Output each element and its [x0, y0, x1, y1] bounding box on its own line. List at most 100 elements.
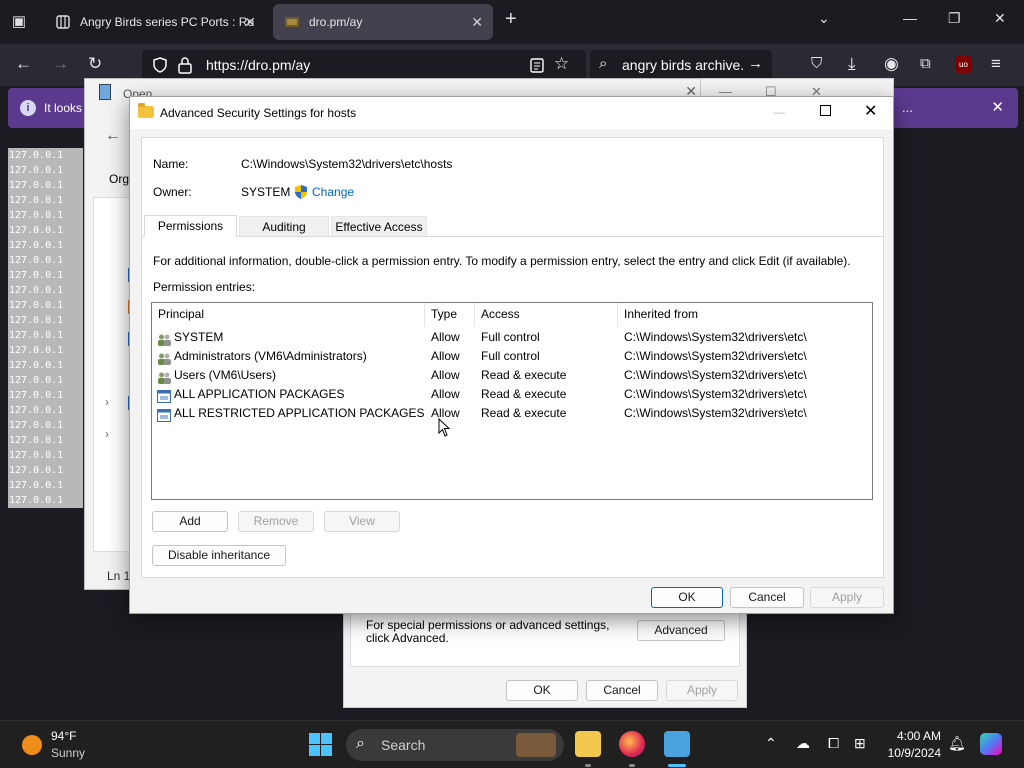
close-icon[interactable]: ✕	[864, 101, 877, 121]
tab-list-icon[interactable]: ▣	[8, 11, 30, 33]
bookmark-star-icon[interactable]: ☆	[554, 54, 569, 74]
permission-entry-row[interactable]: ALL APPLICATION PACKAGES Allow Read & exec…	[152, 385, 872, 404]
taskbar: 94°F Sunny ⌕ Search ⌃ ☁ ⧠ ⊞ 4:00 AM 10/9…	[0, 720, 1024, 768]
owner-value: SYSTEM	[241, 185, 291, 199]
weather-condition[interactable]: Sunny	[51, 746, 85, 760]
cancel-button[interactable]: Cancel	[586, 680, 658, 701]
chevron-right-icon[interactable]: ›	[105, 395, 109, 409]
change-owner-link[interactable]: Change	[312, 185, 354, 199]
apply-button[interactable]: Apply	[810, 587, 884, 608]
view-button[interactable]: View	[324, 511, 400, 532]
search-query: angry birds archive.	[622, 57, 745, 73]
url-bar[interactable]: https://dro.pm/ay ☆	[142, 50, 586, 80]
browser-tab[interactable]: Angry Birds series PC Ports : Ro ✕	[44, 4, 266, 40]
reload-icon[interactable]: ↻	[88, 54, 102, 74]
permission-entry-row[interactable]: SYSTEM Allow Full control C:\Windows\System…	[152, 328, 872, 347]
app-indicator	[629, 764, 635, 767]
back-arrow-icon[interactable]: ←	[105, 127, 121, 145]
ok-button[interactable]: OK	[651, 587, 723, 608]
hosts-line: 127.0.0.1	[9, 345, 64, 356]
tab-permissions[interactable]: Permissions	[144, 215, 237, 237]
hosts-line: 127.0.0.1	[9, 195, 64, 206]
network-icon[interactable]: ⊞	[854, 735, 866, 752]
taskbar-search[interactable]: ⌕ Search	[346, 729, 564, 761]
entry-principal: ALL APPLICATION PACKAGES	[174, 387, 345, 401]
search-bar[interactable]: ⌕ angry birds archive. →	[590, 50, 772, 80]
more-ellipsis[interactable]: ...	[902, 100, 913, 115]
maximize-icon[interactable]	[820, 105, 831, 116]
mouse-cursor-icon	[438, 418, 450, 437]
pocket-icon[interactable]: ⛉	[811, 55, 822, 72]
close-icon[interactable]: ✕	[991, 98, 1004, 116]
app-indicator	[585, 764, 591, 767]
account-icon[interactable]: ◉	[884, 54, 899, 74]
column-header-type[interactable]: Type	[425, 303, 475, 327]
cancel-button[interactable]: Cancel	[730, 587, 804, 608]
copilot-icon[interactable]	[980, 733, 1002, 755]
windows-start-icon[interactable]	[309, 733, 332, 756]
hosts-line: 127.0.0.1	[9, 240, 64, 251]
column-header-access[interactable]: Access	[475, 303, 618, 327]
advanced-security-dialog: Advanced Security Settings for hosts — ✕…	[129, 96, 894, 614]
close-tab-icon[interactable]: ✕	[471, 4, 483, 40]
permission-entries-list[interactable]: Principal Type Access Inherited from SYS…	[151, 302, 873, 500]
hosts-line: 127.0.0.1	[9, 210, 64, 221]
permission-entries-label: Permission entries:	[153, 280, 256, 294]
ok-button[interactable]: OK	[506, 680, 578, 701]
permission-entry-row[interactable]: Users (VM6\Users) Allow Read & execute C:\W…	[152, 366, 872, 385]
minimize-icon[interactable]: —	[903, 10, 917, 26]
entry-inherited: C:\Windows\System32\drivers\etc\	[624, 387, 807, 401]
ublock-icon[interactable]: uo	[955, 56, 972, 73]
remove-button[interactable]: Remove	[238, 511, 314, 532]
special-permissions-text: For special permissions or advanced sett…	[366, 618, 610, 645]
browser-tab-active[interactable]: dro.pm/ay ✕	[273, 4, 493, 40]
column-header-principal[interactable]: Principal	[152, 303, 425, 327]
close-window-icon[interactable]: ✕	[994, 10, 1006, 27]
apply-button[interactable]: Apply	[666, 680, 738, 701]
tab-auditing[interactable]: Auditing	[239, 216, 329, 236]
shield-icon[interactable]	[152, 57, 168, 73]
organize-menu[interactable]: Org	[109, 172, 129, 186]
entry-principal: Administrators (VM6\Administrators)	[174, 349, 367, 363]
chevron-right-icon[interactable]: ›	[105, 427, 109, 441]
tab-effective-access[interactable]: Effective Access	[331, 216, 427, 236]
display-icon[interactable]: ⧠	[828, 735, 839, 752]
clock-time[interactable]: 4:00 AM	[895, 729, 941, 743]
reader-view-icon[interactable]	[530, 58, 544, 73]
minimize-icon[interactable]: —	[773, 105, 785, 119]
hosts-line: 127.0.0.1	[9, 300, 64, 311]
restore-icon[interactable]: ❐	[948, 10, 961, 27]
extensions-icon[interactable]: ⧉	[920, 55, 931, 72]
forward-icon[interactable]: →	[52, 54, 69, 74]
permission-entry-row[interactable]: ALL RESTRICTED APPLICATION PACKAGES Allow…	[152, 404, 872, 423]
downloads-icon[interactable]: ⤓	[848, 54, 856, 74]
advanced-button[interactable]: Advanced	[637, 620, 725, 641]
hosts-line: 127.0.0.1	[9, 435, 64, 446]
weather-temperature[interactable]: 94°F	[51, 729, 76, 743]
info-icon: i	[20, 100, 36, 116]
go-arrow-icon[interactable]: →	[748, 55, 763, 72]
cloud-off-icon[interactable]: ☁	[796, 735, 810, 752]
add-button[interactable]: Add	[152, 511, 228, 532]
new-tab-icon[interactable]: +	[505, 8, 517, 31]
dialog-titlebar[interactable]: Advanced Security Settings for hosts — ✕	[130, 97, 893, 129]
hosts-line: 127.0.0.1	[9, 255, 64, 266]
hosts-line: 127.0.0.1	[9, 315, 64, 326]
notepad-icon[interactable]	[664, 731, 690, 757]
sun-icon[interactable]	[22, 735, 42, 755]
disable-inheritance-button[interactable]: Disable inheritance	[152, 545, 286, 566]
permission-entry-row[interactable]: Administrators (VM6\Administrators) Allow…	[152, 347, 872, 366]
column-header-inherited-from[interactable]: Inherited from	[618, 303, 872, 327]
back-icon[interactable]: ←	[15, 54, 32, 74]
firefox-icon[interactable]	[619, 731, 645, 757]
hosts-line: 127.0.0.1	[9, 495, 64, 506]
notification-bell-icon[interactable]: 🔔︎	[948, 735, 966, 752]
chevron-down-icon[interactable]: ⌄	[818, 10, 830, 27]
chevron-up-icon[interactable]: ⌃	[765, 735, 777, 752]
lock-icon[interactable]	[178, 56, 192, 74]
clock-date[interactable]: 10/9/2024	[883, 746, 941, 760]
close-tab-icon[interactable]: ✕	[244, 4, 256, 40]
menu-icon[interactable]: ≡	[991, 54, 1001, 74]
file-explorer-icon[interactable]	[575, 731, 601, 757]
hosts-line: 127.0.0.1	[9, 285, 64, 296]
